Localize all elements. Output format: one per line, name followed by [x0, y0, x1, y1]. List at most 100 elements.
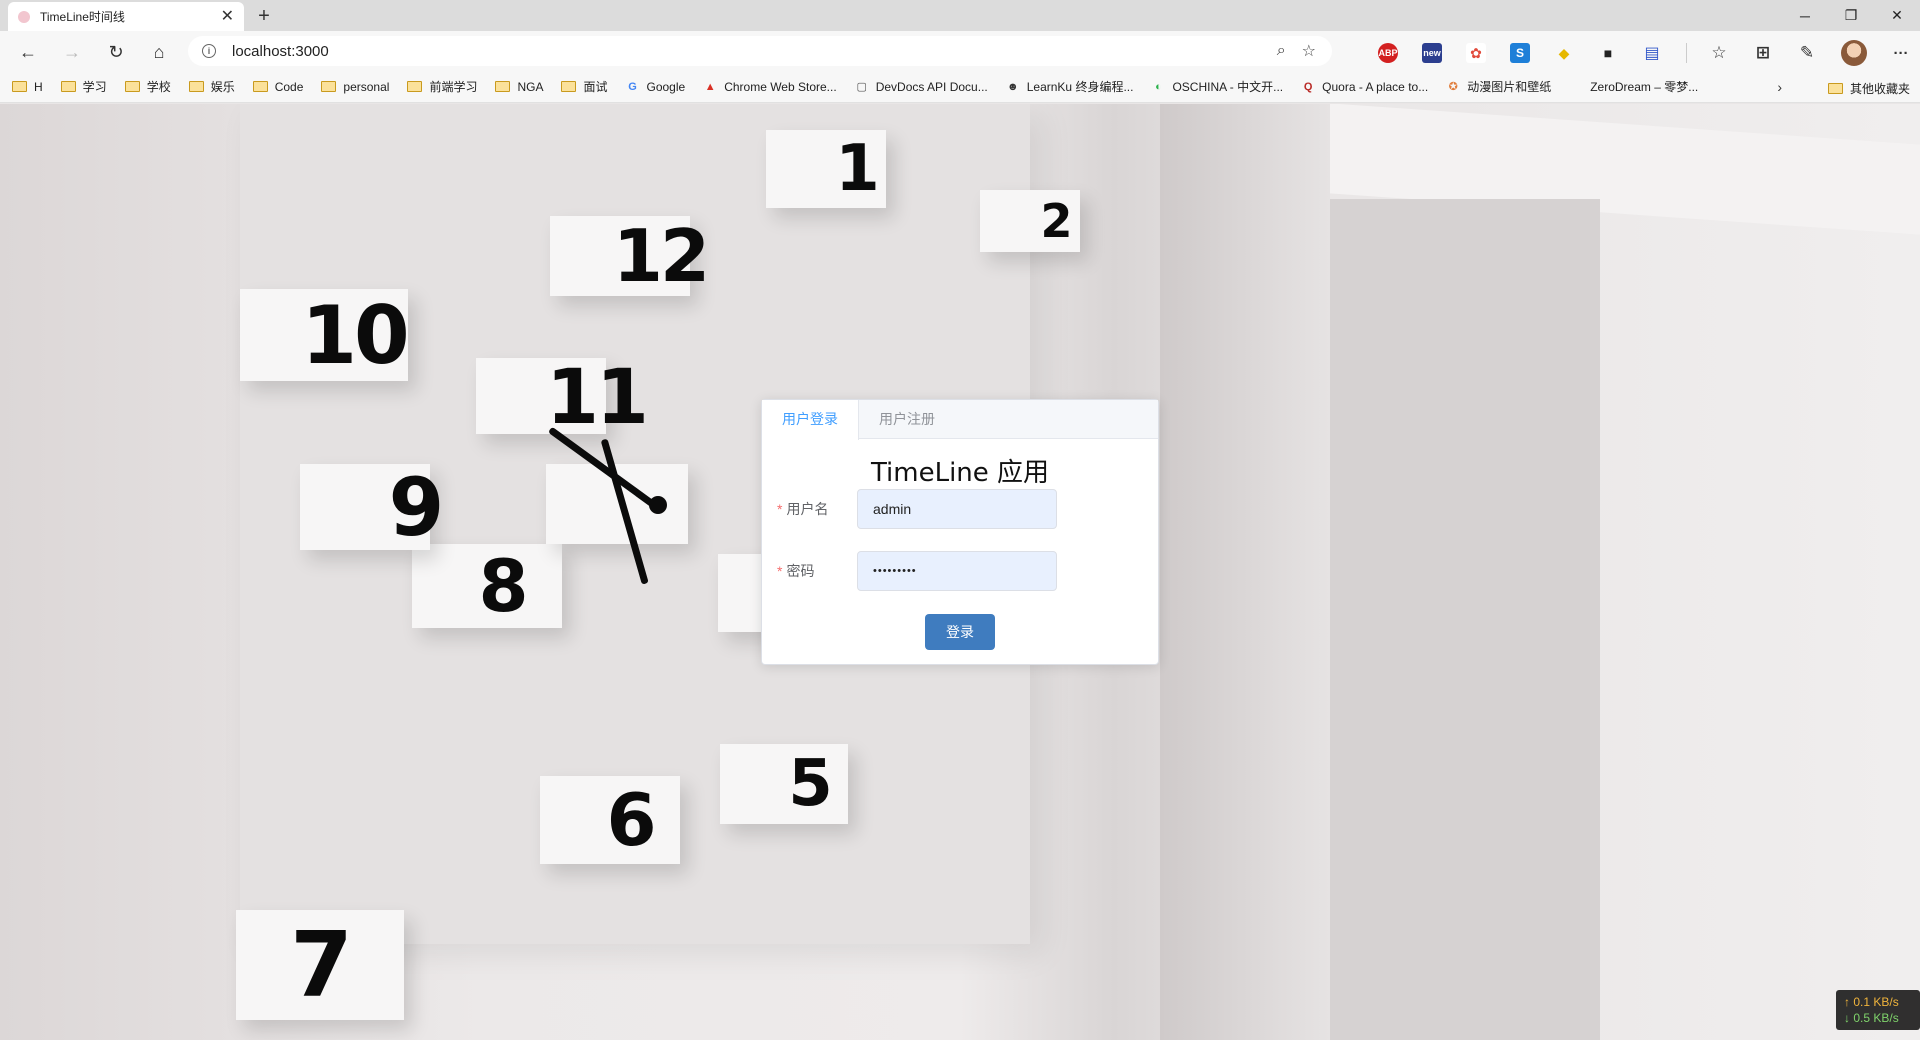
network-speed-widget: ↑ 0.1 KB/s ↓ 0.5 KB/s [1836, 990, 1920, 1030]
background-inner-wall [1330, 199, 1600, 1040]
bookmark-learnku[interactable]: ☻ LearnKu 终身编程... [1006, 78, 1134, 95]
bookmark-label: LearnKu 终身编程... [1026, 80, 1134, 94]
browser-toolbar: ← → ↻ ⌂ i localhost:3000 ⌕ ☆ ABP new ✿ S… [0, 31, 1920, 71]
bookmark-chrome-web-store[interactable]: ▲ Chrome Web Store... [703, 80, 837, 94]
clock-number-10: 10 [240, 289, 410, 382]
oschina-icon: ◐ [1155, 80, 1162, 93]
bookmark-anime-wallpaper[interactable]: ✪ 动漫图片和壁纸 [1446, 78, 1552, 95]
username-input[interactable]: admin [857, 489, 1057, 529]
collections-icon[interactable]: ⊞ [1753, 43, 1773, 63]
bookmark-folder[interactable]: 面试 [561, 78, 607, 95]
clock-number-11: 11 [476, 352, 649, 441]
chrome-store-icon: ▲ [704, 80, 716, 93]
back-button[interactable]: ← [14, 38, 42, 66]
password-label: * 密码 [762, 561, 857, 581]
close-window-button[interactable]: ✕ [1874, 0, 1920, 31]
bookmark-label: 娱乐 [210, 80, 235, 94]
folder-icon [561, 81, 577, 92]
site-favicon-icon [18, 10, 30, 23]
window-extension-icon[interactable]: ▤ [1642, 43, 1662, 63]
favorites-icon[interactable]: ☆ [1709, 43, 1729, 63]
bookmark-oschina[interactable]: ◐ OSCHINA - 中文开... [1151, 78, 1283, 95]
favorite-star-icon[interactable]: ☆ [1302, 41, 1316, 61]
tab-title: TimeLine时间线 [40, 10, 125, 24]
clock-number-6: 6 [540, 776, 680, 864]
bookmark-label: Chrome Web Store... [724, 79, 837, 94]
clock-number-2: 2 [980, 190, 1080, 252]
bookmark-devdocs[interactable]: ▢ DevDocs API Docu... [855, 79, 988, 94]
clock-number-8: 8 [412, 544, 562, 628]
minimize-button[interactable]: ─ [1782, 0, 1828, 31]
bookmark-folder[interactable]: 娱乐 [188, 78, 235, 95]
bookmark-folder[interactable]: personal [321, 80, 389, 94]
username-label-text: 用户名 [786, 501, 829, 517]
address-url[interactable]: localhost:3000 [232, 43, 1277, 60]
toolbar-separator [1686, 43, 1687, 63]
bookmark-label: 动漫图片和壁纸 [1467, 80, 1552, 94]
folder-icon [321, 81, 337, 92]
login-button[interactable]: 登录 [925, 614, 995, 650]
password-label-text: 密码 [786, 563, 815, 579]
bookmark-folder[interactable]: Code [252, 79, 304, 94]
address-bar[interactable]: i localhost:3000 ⌕ ☆ [188, 36, 1332, 66]
bookmark-label: 前端学习 [429, 80, 478, 94]
new-tab-button[interactable]: + [252, 4, 276, 28]
required-mark: * [777, 501, 783, 517]
profile-avatar[interactable] [1841, 40, 1867, 66]
extension-bar: ABP new ✿ S ◆ ■ ▤ ☆ ⊞ ✎ ··· [1378, 40, 1920, 66]
tampermonkey-extension-icon[interactable]: ◆ [1554, 43, 1574, 63]
bookmark-label: DevDocs API Docu... [875, 79, 988, 94]
tab-login[interactable]: 用户登录 [762, 400, 859, 440]
bookmark-label: 学校 [146, 80, 171, 94]
google-icon: G [628, 80, 637, 93]
dark-extension-icon[interactable]: ■ [1598, 43, 1618, 63]
learnku-icon: ☻ [1006, 80, 1019, 93]
translate-extension-icon[interactable]: ✿ [1466, 43, 1486, 63]
bookmark-folder[interactable]: H [12, 80, 43, 94]
bookmark-google[interactable]: G Google [625, 80, 685, 94]
other-bookmarks-folder[interactable]: 其他收藏夹 [1827, 80, 1910, 97]
reload-button[interactable]: ↻ [102, 38, 130, 66]
bookmarks-overflow-chevron-icon[interactable]: › [1777, 79, 1782, 95]
zoom-icon[interactable]: ⌕ [1277, 42, 1286, 60]
s-extension-icon[interactable]: S [1510, 43, 1530, 63]
home-button[interactable]: ⌂ [145, 38, 173, 66]
background-wall-panel [1160, 104, 1330, 1040]
bookmark-folder[interactable]: 前端学习 [407, 78, 477, 95]
abp-extension-icon[interactable]: ABP [1378, 43, 1398, 63]
upload-speed: ↑ 0.1 KB/s [1844, 995, 1899, 1009]
password-input[interactable]: ••••••••• [857, 551, 1057, 591]
site-info-icon[interactable]: i [202, 44, 216, 58]
bookmark-label: Quora - A place to... [1322, 79, 1429, 94]
feedback-icon[interactable]: ✎ [1797, 43, 1817, 63]
bookmark-folder[interactable]: 学校 [124, 78, 171, 95]
bookmark-label: H [34, 79, 43, 94]
restore-button[interactable]: ❐ [1828, 0, 1874, 31]
login-card: 用户登录 用户注册 TimeLine 应用 * 用户名 admin * 密码 •••… [761, 399, 1159, 665]
folder-icon [60, 81, 76, 92]
bookmarks-bar: H 学习 学校 娱乐 Code personal 前端学习 NGA 面试 G Go… [0, 71, 1920, 103]
tab-register[interactable]: 用户注册 [859, 400, 955, 439]
close-tab-icon[interactable]: ✕ [221, 8, 234, 25]
folder-icon [124, 81, 140, 92]
forward-button[interactable]: → [58, 38, 86, 66]
browser-tab-active[interactable]: TimeLine时间线 ✕ [8, 2, 244, 31]
more-menu-icon[interactable]: ··· [1889, 43, 1913, 63]
bookmark-label: Code [274, 79, 304, 94]
required-mark: * [777, 563, 783, 579]
bookmark-label: 面试 [583, 80, 608, 94]
download-speed: ↓ 0.5 KB/s [1844, 1011, 1899, 1025]
bookmark-label: 学习 [82, 80, 107, 94]
quora-icon: Q [1303, 80, 1313, 93]
bookmark-zerodream[interactable]: ZeroDream – 零梦... [1569, 78, 1698, 95]
bookmark-folder[interactable]: NGA [495, 80, 543, 94]
bookmark-label: OSCHINA - 中文开... [1172, 80, 1284, 94]
app-title: TimeLine 应用 [870, 458, 1050, 488]
bookmark-label: Google [646, 79, 686, 94]
anime-wallpaper-icon: ✪ [1448, 81, 1458, 93]
bookmark-quora[interactable]: Q Quora - A place to... [1301, 80, 1428, 94]
bookmark-folder[interactable]: 学习 [60, 78, 107, 95]
username-label: * 用户名 [762, 499, 857, 519]
new-extension-icon[interactable]: new [1422, 43, 1442, 63]
devdocs-icon: ▢ [856, 81, 867, 93]
